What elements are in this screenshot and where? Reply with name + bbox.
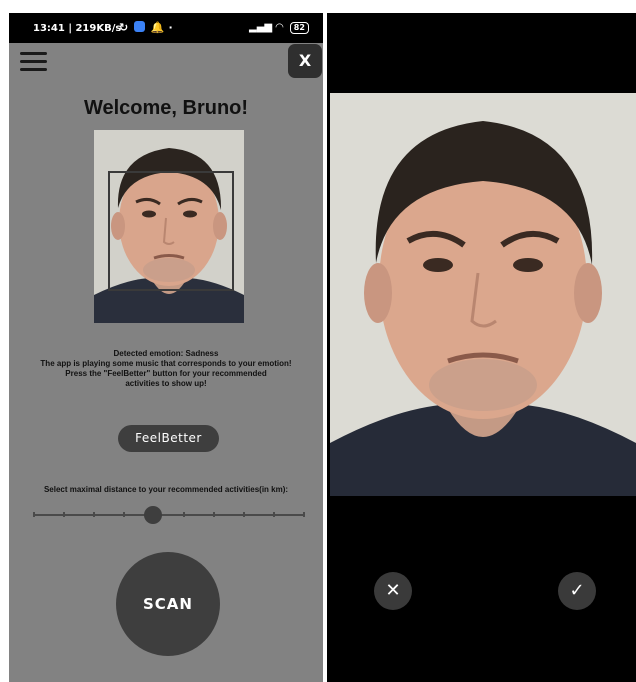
status-bar: 13:41 | 219KB/s ↻ 🔔 · ▂▄▆ ◠ 82 — [9, 13, 323, 43]
face-detection-box — [108, 171, 234, 291]
slider-thumb[interactable] — [144, 506, 162, 524]
slider-tick — [273, 512, 275, 517]
emotion-line: Detected emotion: Sadness — [113, 349, 219, 358]
hamburger-menu-icon[interactable] — [20, 52, 47, 72]
slider-tick — [183, 512, 185, 517]
cancel-capture-button[interactable]: ✕ — [374, 572, 412, 610]
distance-slider[interactable] — [33, 506, 305, 524]
slider-tick — [63, 512, 65, 517]
scan-button[interactable]: SCAN — [116, 552, 220, 656]
feelbetter-button[interactable]: FeelBetter — [118, 425, 219, 452]
slider-tick — [213, 512, 215, 517]
emotion-line: Press the "FeelBetter" button for your r… — [65, 369, 267, 378]
bell-icon: 🔔 — [150, 21, 165, 34]
distance-label: Select maximal distance to your recommen… — [43, 485, 289, 494]
app-screen: 13:41 | 219KB/s ↻ 🔔 · ▂▄▆ ◠ 82 X Welcome… — [9, 13, 323, 682]
battery-icon: 82 — [289, 22, 309, 34]
app-notification-icon — [134, 21, 146, 32]
camera-preview-screen: ✕ ✓ — [327, 13, 636, 682]
close-button[interactable]: X — [288, 44, 322, 78]
slider-tick — [243, 512, 245, 517]
wifi-icon: ◠ — [275, 22, 284, 33]
slider-tick — [93, 512, 95, 517]
notification-icons: ↻ 🔔 · — [119, 21, 173, 34]
emotion-line: The app is playing some music that corre… — [40, 359, 292, 368]
slider-tick — [33, 512, 35, 517]
slider-tick — [303, 512, 305, 517]
sync-icon: ↻ — [119, 21, 129, 34]
check-icon: ✓ — [569, 580, 585, 601]
signal-icon: ▂▄▆ — [249, 22, 273, 33]
slider-tick — [123, 512, 125, 517]
camera-preview-photo — [330, 93, 636, 496]
status-time-speed: 13:41 | 219KB/s — [33, 23, 122, 34]
welcome-title: Welcome, Bruno! — [83, 97, 249, 119]
emotion-message: Detected emotion: Sadness The app is pla… — [21, 349, 311, 389]
confirm-capture-button[interactable]: ✓ — [558, 572, 596, 610]
emotion-line: activities to show up! — [125, 379, 207, 388]
close-icon: ✕ — [385, 580, 401, 601]
dot-icon: · — [168, 21, 173, 34]
system-icons: ▂▄▆ ◠ 82 — [249, 22, 309, 34]
